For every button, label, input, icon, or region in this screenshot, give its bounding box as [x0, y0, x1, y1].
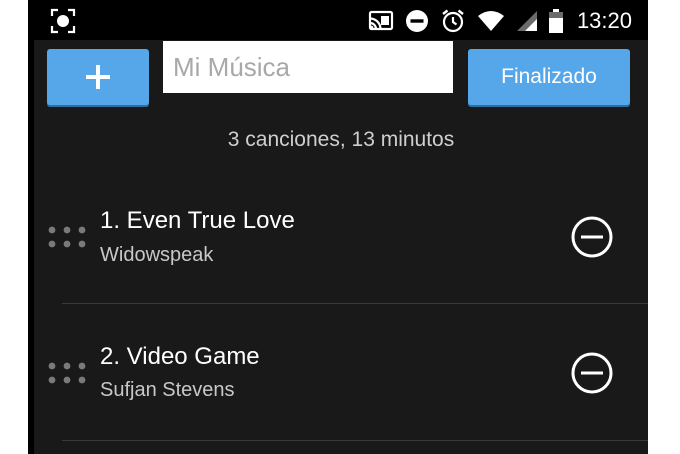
- minus-circle-icon: [571, 352, 613, 394]
- track-title: 2. Video Game: [100, 343, 260, 370]
- track-title: 1. Even True Love: [100, 207, 295, 234]
- playlist-editor: Finalizado 3 canciones, 13 minutos 1. Ev…: [34, 40, 648, 454]
- alarm-icon: [440, 8, 466, 34]
- plus-icon: [86, 65, 110, 89]
- list-item: 1. Even True Love Widowspeak: [34, 168, 648, 304]
- drag-handle-icon[interactable]: [48, 226, 88, 248]
- wifi-icon: [477, 10, 505, 32]
- battery-icon: [548, 9, 563, 33]
- add-song-button[interactable]: [47, 49, 149, 105]
- clock: 13:20: [576, 8, 632, 33]
- minus-circle-icon: [571, 216, 613, 258]
- drag-handle-icon[interactable]: [48, 362, 88, 384]
- notification-icon: [50, 8, 76, 34]
- status-icons: 13:20: [357, 6, 632, 36]
- divider: [62, 440, 648, 441]
- phone-screen: 13:20 Finalizado 3 canciones, 13 minutos: [28, 0, 648, 454]
- playlist-summary: 3 canciones, 13 minutos: [227, 128, 455, 151]
- done-button-label: Finalizado: [501, 65, 597, 88]
- playlist-name-input[interactable]: [163, 41, 453, 93]
- list-item: 2. Video Game Sufjan Stevens: [34, 304, 648, 440]
- cell-signal-icon: [516, 10, 538, 32]
- remove-track-button[interactable]: [570, 215, 614, 259]
- track-artist: Widowspeak: [100, 244, 214, 266]
- cast-icon: [368, 10, 394, 32]
- remove-track-button[interactable]: [570, 351, 614, 395]
- playlist-toolbar: Finalizado: [34, 40, 648, 110]
- status-bar: 13:20: [28, 0, 648, 40]
- done-button[interactable]: Finalizado: [468, 49, 630, 105]
- do-not-disturb-icon: [405, 9, 429, 33]
- track-artist: Sufjan Stevens: [100, 379, 235, 401]
